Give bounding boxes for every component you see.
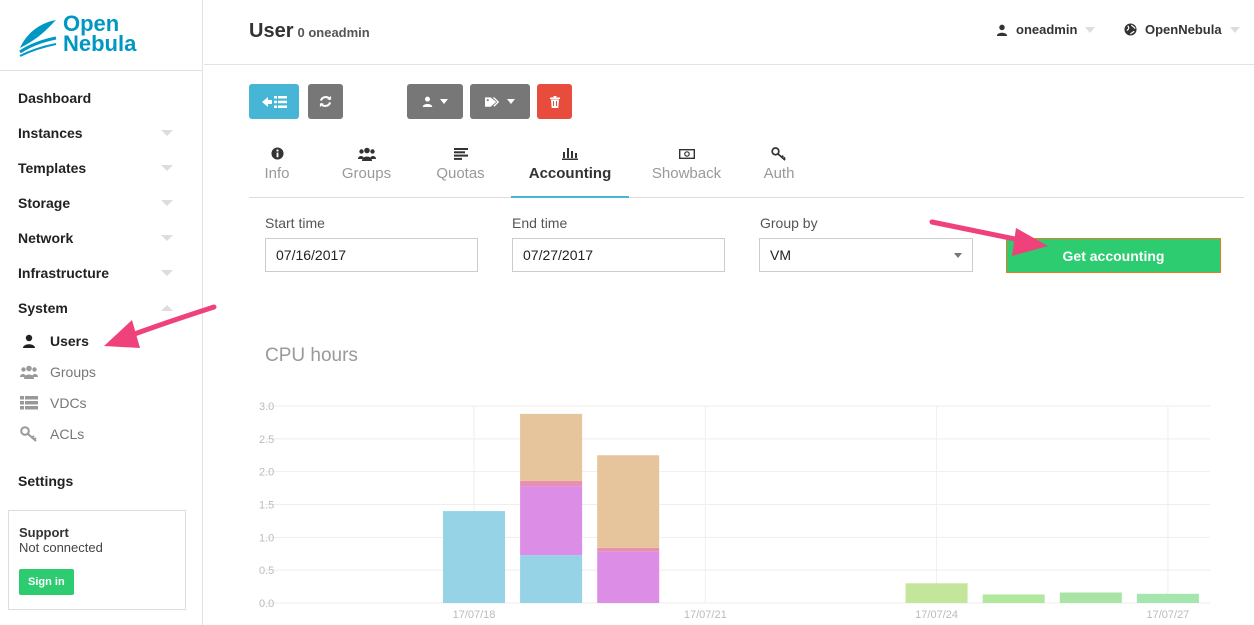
x-tick-label: 17/07/27 xyxy=(1146,609,1189,621)
bar-segment xyxy=(597,551,660,603)
x-tick-label: 17/07/24 xyxy=(915,609,958,621)
y-tick-label: 1.0 xyxy=(259,532,274,544)
y-tick-label: 2.5 xyxy=(259,434,274,446)
y-tick-label: 3.0 xyxy=(259,401,274,413)
bar-segment xyxy=(905,583,968,603)
y-tick-label: 1.5 xyxy=(259,500,274,512)
x-tick-label: 17/07/21 xyxy=(684,609,727,621)
bar-segment xyxy=(597,547,660,552)
cpu-hours-chart: 0.0 0.5 1.0 1.5 2.0 2.5 3.0 17/07/18 17/07/21 17/… xyxy=(259,401,1210,621)
bar-segment xyxy=(597,455,660,548)
y-tick-label: 0.5 xyxy=(259,565,274,577)
bar-segment xyxy=(1059,592,1122,603)
bar-segment xyxy=(520,555,583,603)
bar-segment xyxy=(520,486,583,556)
bar-segment xyxy=(1136,593,1199,603)
y-tick-label: 0.0 xyxy=(259,598,274,610)
bar-segment xyxy=(520,413,583,481)
bar-segment xyxy=(520,480,583,487)
x-tick-label: 17/07/18 xyxy=(453,609,496,621)
bar-segment xyxy=(443,511,505,603)
bar-segment xyxy=(982,594,1045,603)
y-tick-label: 2.0 xyxy=(259,467,274,479)
